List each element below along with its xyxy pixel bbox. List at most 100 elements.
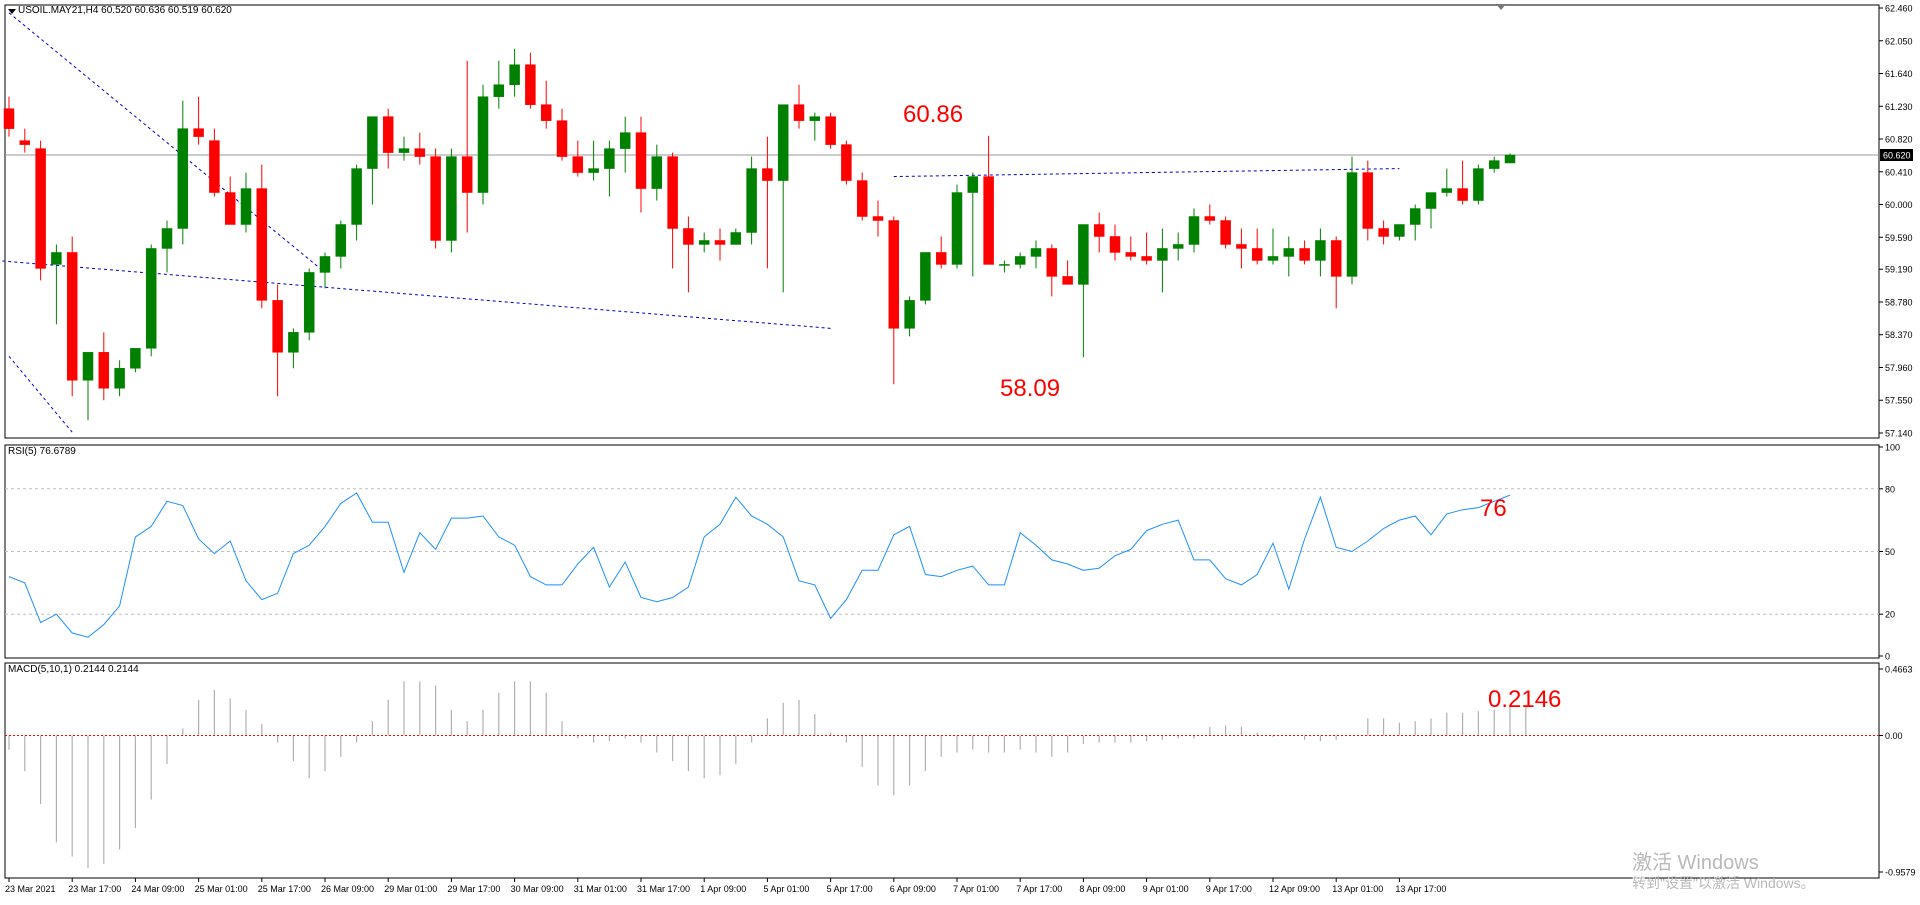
candle-body [1172,244,1184,249]
macd-axis-label: -0.9579 [1885,868,1916,878]
trendline-2[interactable] [8,355,73,433]
candle-body [762,168,773,181]
candle-body [288,332,299,353]
price-axis-label: 60.000 [1885,200,1913,210]
candle-body [193,128,204,137]
current-price-label: 60.620 [1883,150,1911,160]
high-annotation: 60.86 [903,101,964,128]
candle-body [1109,236,1121,253]
macd-axis-label: 0.4663 [1885,665,1913,675]
candle-body [382,116,394,153]
candle-body [272,300,283,353]
chart-window[interactable]: 62.460 62.050 61.640 61.230 60.820 60.410 60.0… [0,0,1920,900]
candle-body [319,256,331,273]
candle-body [619,132,631,149]
candle-body [1457,188,1468,201]
candle-body [935,252,947,265]
candle-body [461,156,473,193]
candle-body [746,168,757,233]
time-axis-label: 31 Mar 01:00 [574,884,627,894]
candle-body [777,104,789,181]
candle-body [604,148,615,169]
candle-body [698,240,710,245]
time-axis-label: 30 Mar 09:00 [511,884,564,894]
price-axis-label: 62.460 [1885,4,1913,14]
price-axis-label: 57.550 [1885,396,1913,406]
time-axis-label: 7 Apr 17:00 [1016,884,1062,894]
time-axis-label: 13 Apr 01:00 [1332,884,1383,894]
candle-body [509,64,520,85]
candle-body [161,228,173,249]
candle-body [1283,248,1295,257]
candle-body [19,140,31,145]
candle-body [335,224,347,257]
time-axis-label: 29 Mar 01:00 [384,884,437,894]
candle-body [1488,160,1500,169]
time-axis-label: 5 Apr 17:00 [827,884,873,894]
chart-shift-marker-icon[interactable] [1496,4,1506,10]
candle-body [1362,172,1374,229]
candle-body [983,176,994,265]
price-axis-label: 58.780 [1885,297,1913,307]
price-axis-label: 62.050 [1885,36,1913,46]
candle-body [446,156,457,241]
time-axis-label: 31 Mar 17:00 [637,884,690,894]
chart-menu-arrow-icon[interactable] [8,9,16,14]
candle-body [145,248,157,349]
candle-body [1394,224,1405,237]
trendline-4[interactable] [893,168,1400,178]
candle-body [224,192,236,225]
time-axis-label: 26 Mar 09:00 [321,884,374,894]
price-axis-label: 59.190 [1885,265,1913,275]
candle-body [683,228,694,245]
price-axis-label: 57.140 [1885,429,1913,439]
macd-panel-title: MACD(5,10,1) 0.2144 0.2144 [8,664,139,675]
candle-body [351,168,362,225]
candle-body [1378,228,1389,237]
candle-body [1504,154,1516,164]
time-axis-label: 5 Apr 01:00 [763,884,809,894]
time-axis-label: 9 Apr 17:00 [1206,884,1252,894]
candle-body [1473,168,1484,201]
candle-body [1267,256,1279,261]
candle-body [825,116,836,145]
candle-body [556,120,568,157]
candle-body [588,168,599,173]
trendline-3[interactable] [0,256,831,329]
candle-body [841,144,852,181]
time-axis-label: 6 Apr 09:00 [890,884,936,894]
candle-body [1330,240,1342,277]
price-axis-label: 60.410 [1885,167,1913,177]
candle-body [1157,248,1168,261]
price-panel-frame [4,4,1880,439]
candle-body [1014,256,1026,265]
candle-body [1251,248,1263,261]
price-axis-label: 57.960 [1885,363,1913,373]
main-panel-title: USOIL.MAY21,H4 60.520 60.636 60.519 60.6… [18,5,232,16]
price-axis-label: 58.370 [1885,330,1913,340]
candle-body [999,264,1010,266]
candle-body [920,252,931,301]
chart-canvas[interactable]: 62.460 62.050 61.640 61.230 60.820 60.410 60.0… [0,0,1920,900]
price-axis-label: 60.820 [1885,135,1913,145]
candle-body [398,148,410,153]
candle-body [572,156,584,173]
time-axis-label: 12 Apr 09:00 [1269,884,1320,894]
macd-panel-frame [4,662,1880,879]
time-axis-label: 9 Apr 01:00 [1143,884,1189,894]
candle-body [1204,216,1216,221]
candle-body [130,348,141,369]
candle-body [303,272,315,333]
candle-body [951,192,963,265]
candle-body [1188,216,1200,245]
candle-body [66,252,78,381]
candle-body [414,148,426,157]
candle-body [209,140,220,193]
rsi-panel-title: RSI(5) 76.6789 [8,446,76,457]
candle-body [98,352,110,389]
price-axis-label: 61.230 [1885,102,1913,112]
time-axis-label: 29 Mar 17:00 [447,884,500,894]
candle-body [1346,172,1358,277]
time-axis-label: 23 Mar 17:00 [68,884,121,894]
candle-body [635,132,647,189]
